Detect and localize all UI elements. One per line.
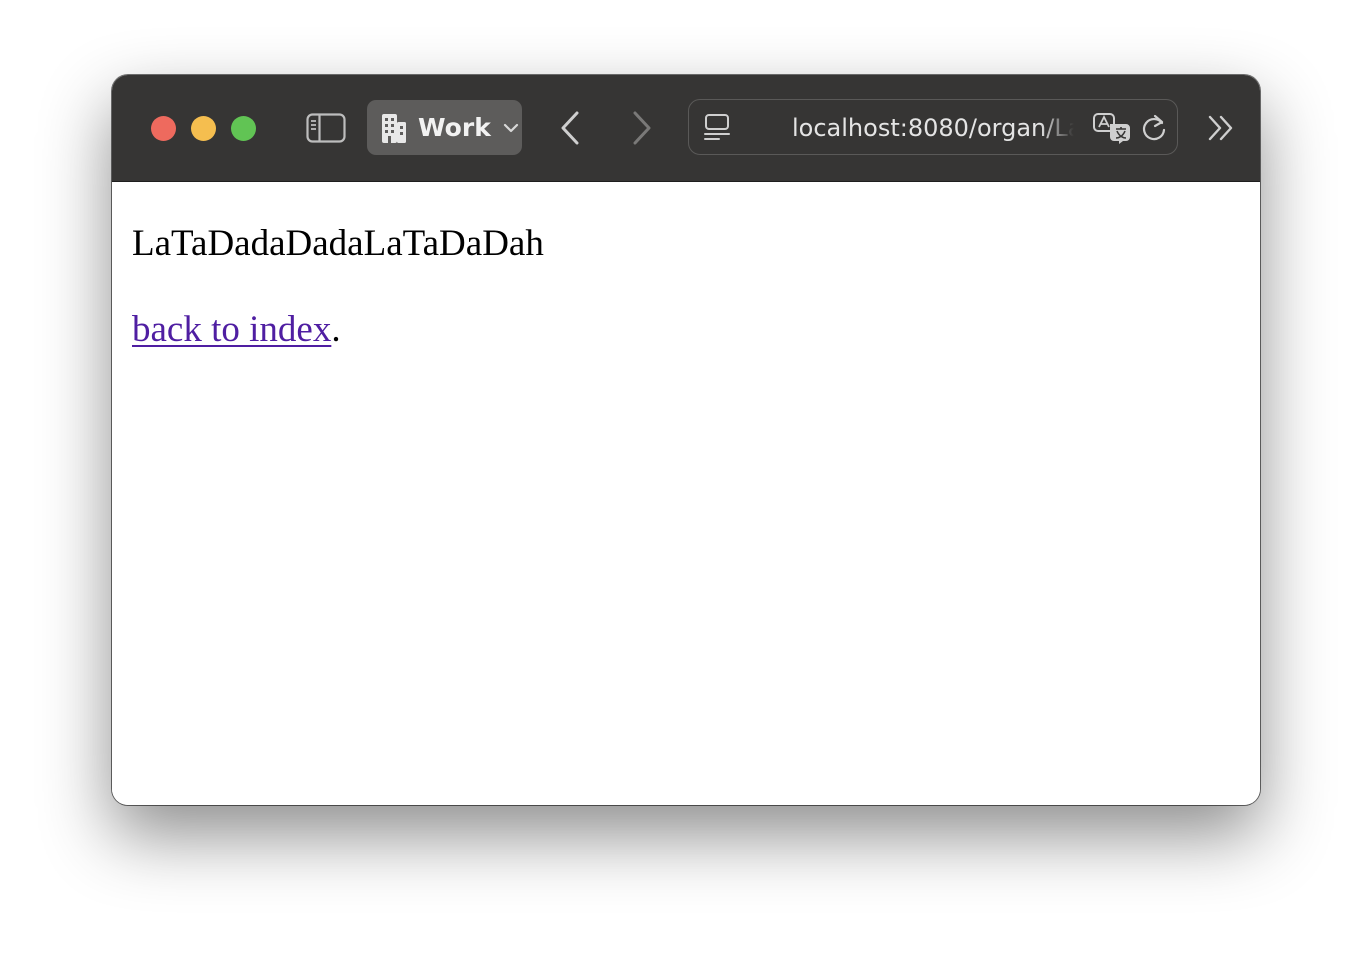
tab-group-picker[interactable]: Work	[367, 100, 522, 155]
browser-toolbar: Work localhost:8080/organ/L	[112, 75, 1260, 182]
address-text[interactable]: localhost:8080/organ/LaTaDadaDadaLaTaDaD…	[792, 114, 1074, 142]
trailing-period: .	[331, 309, 341, 350]
chevron-right-icon	[633, 111, 651, 145]
back-link-paragraph: back to index.	[132, 308, 341, 351]
chevron-down-icon	[503, 122, 519, 134]
screenshot-stage: Work localhost:8080/organ/L LaTaDadaDada…	[0, 0, 1372, 954]
sidebar-icon	[306, 113, 346, 143]
sidebar-toggle-button[interactable]	[304, 109, 348, 147]
back-to-index-link[interactable]: back to index	[132, 309, 331, 350]
minimize-window-button[interactable]	[191, 116, 216, 141]
building-icon	[381, 112, 407, 144]
maximize-window-button[interactable]	[231, 116, 256, 141]
back-button[interactable]	[552, 107, 588, 149]
page-content: LaTaDadaDadaLaTaDaDah back to index.	[112, 182, 1260, 805]
toolbar-overflow-button[interactable]	[1204, 113, 1238, 143]
page-title: LaTaDadaDadaLaTaDaDah	[132, 223, 544, 264]
tab-group-label: Work	[418, 113, 491, 142]
address-bar[interactable]: localhost:8080/organ/LaTaDadaDadaLaTaDaD…	[688, 99, 1178, 155]
close-window-button[interactable]	[151, 116, 176, 141]
page-menu-icon	[704, 114, 730, 140]
reload-icon[interactable]	[1140, 113, 1168, 143]
double-chevron-right-icon	[1208, 115, 1233, 141]
forward-button[interactable]	[624, 107, 660, 149]
translate-icon[interactable]	[1092, 112, 1132, 144]
chevron-left-icon	[561, 111, 579, 145]
browser-window: Work localhost:8080/organ/L LaTaDadaDada…	[112, 75, 1260, 805]
